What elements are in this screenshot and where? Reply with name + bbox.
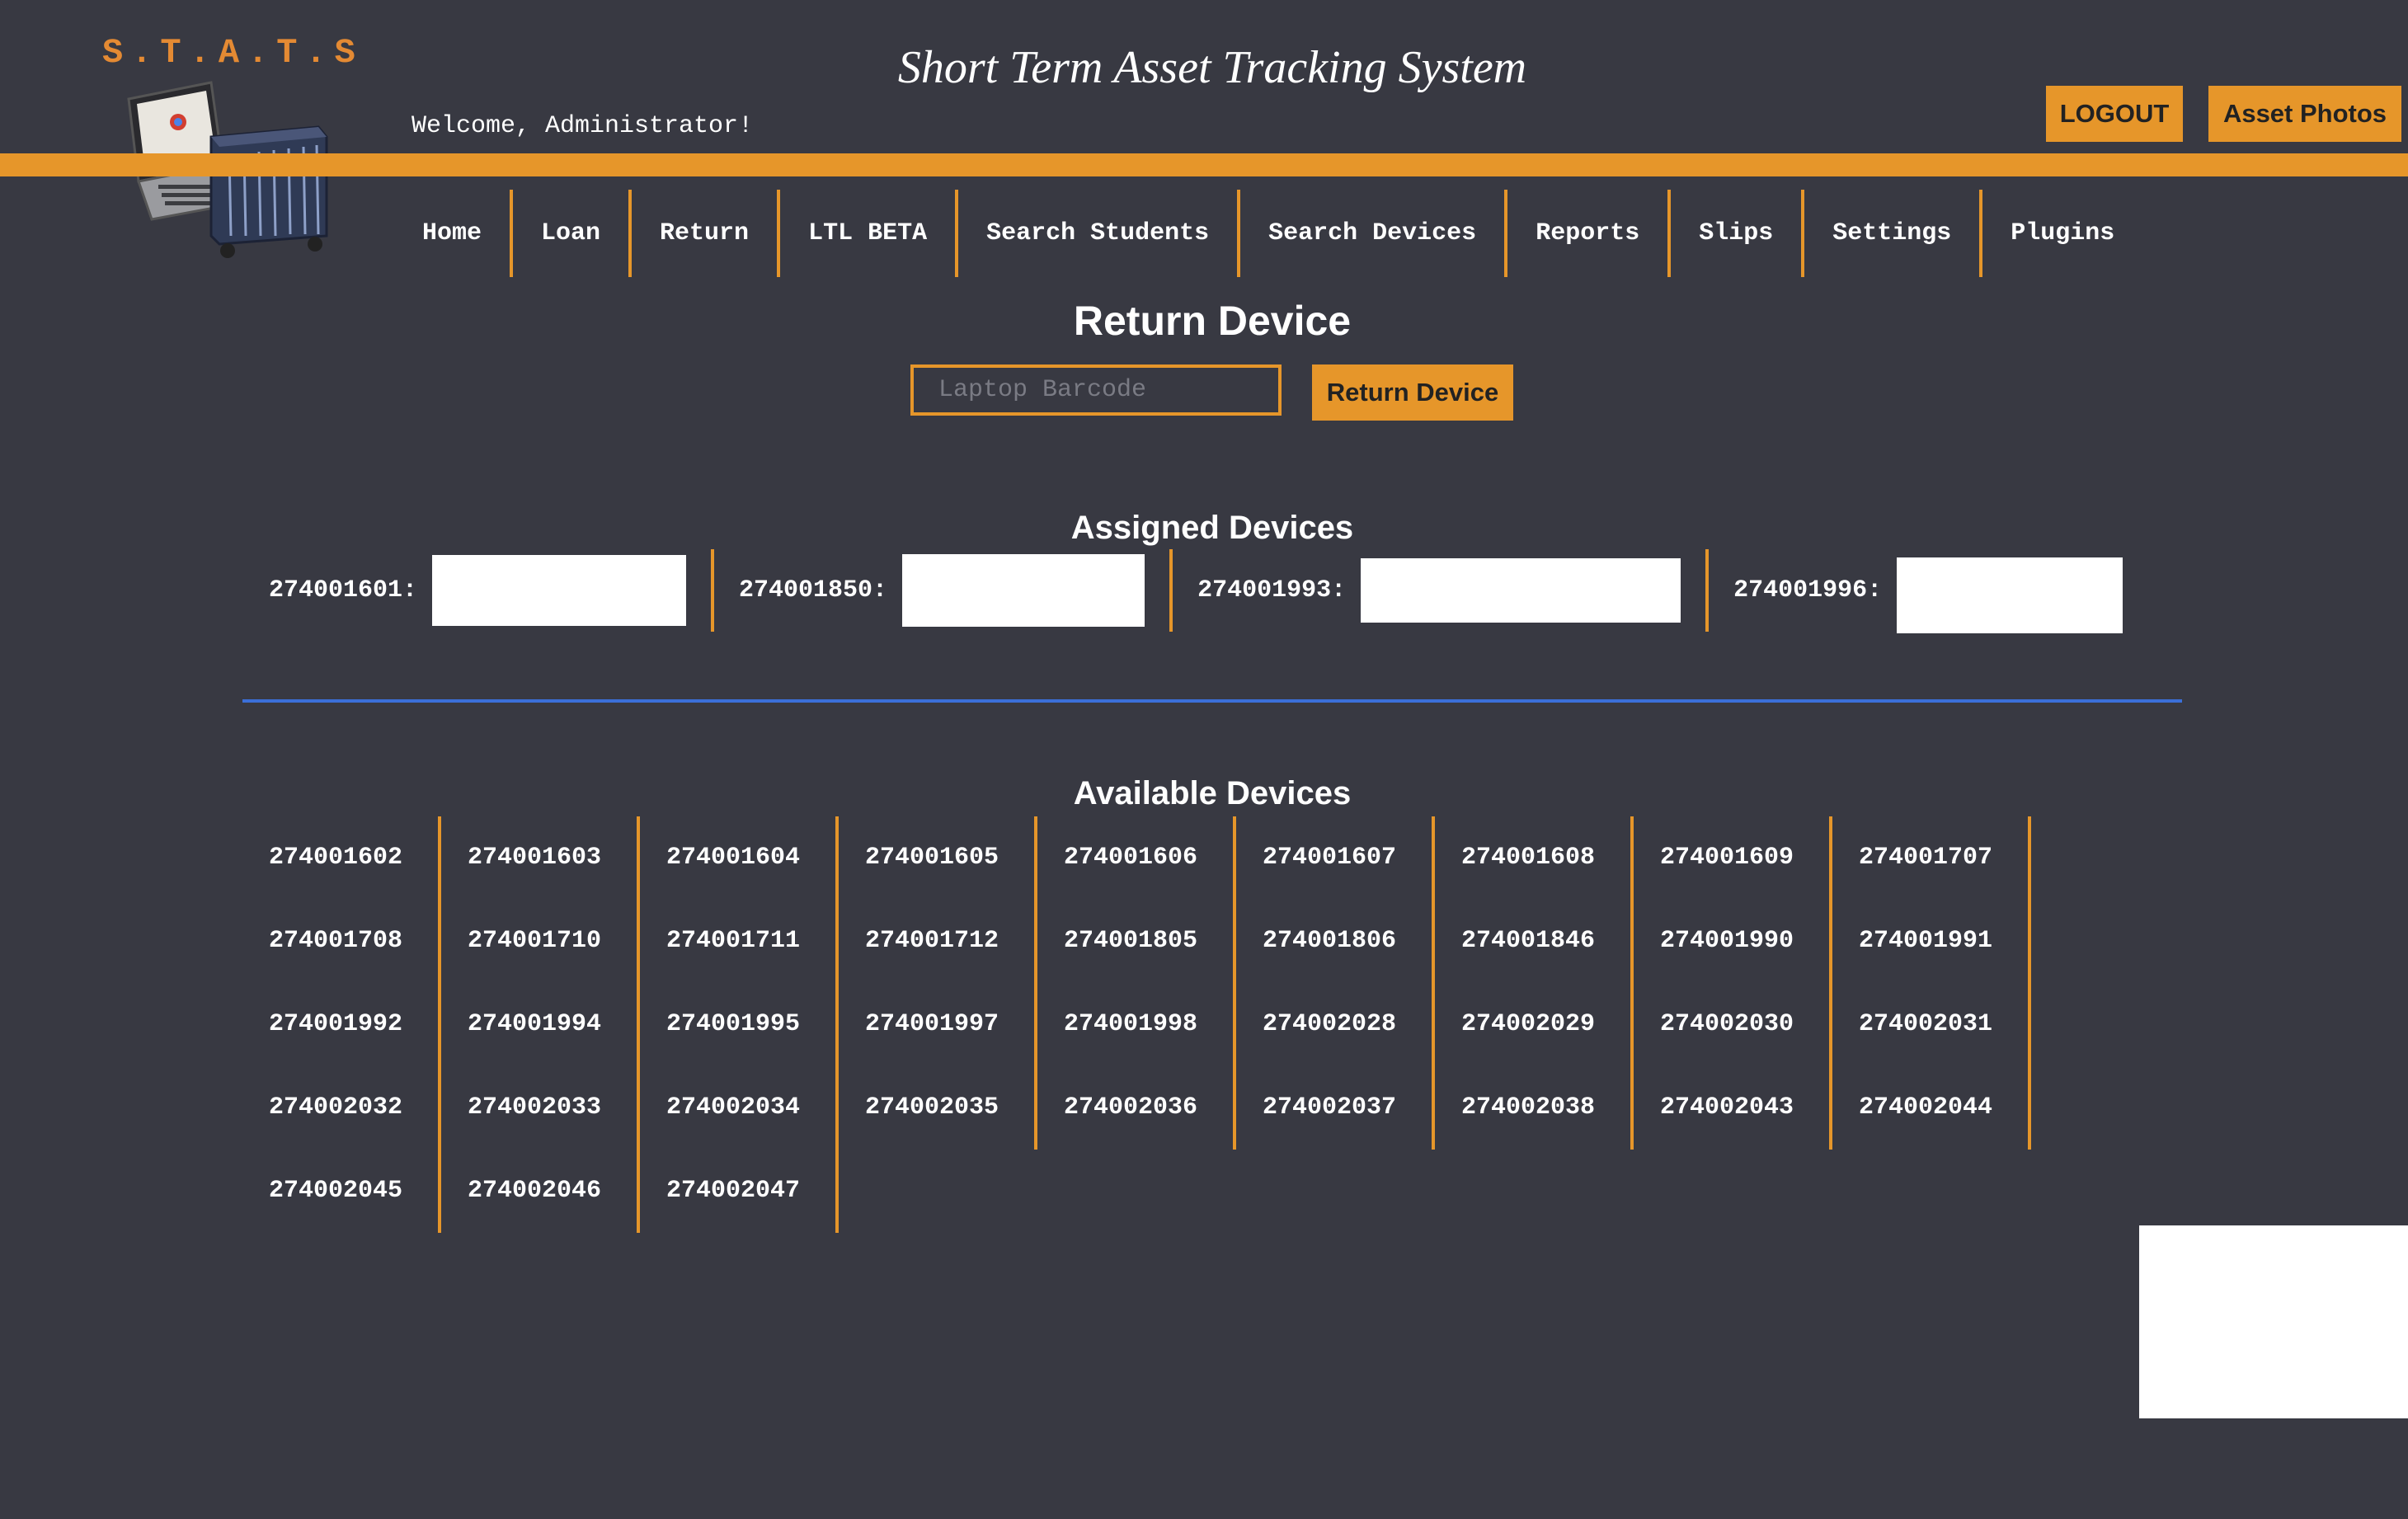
nav-item-search-devices[interactable]: Search Devices [1237,190,1504,277]
available-device-item[interactable]: 274001806 [1236,900,1435,983]
page-title: Return Device [1073,298,1352,344]
assigned-device-item: 274001850: [711,549,1169,632]
available-device-item[interactable]: 274002043 [1634,1066,1832,1150]
available-devices-grid: 274001602 274001603 274001604 274001605 2740… [242,816,2031,1233]
assigned-device-item: 274001601: [242,549,711,632]
main-nav: Home Loan Return LTL BETA Search Student… [394,190,2142,277]
available-device-item[interactable]: 274002033 [441,1066,640,1150]
available-device-item[interactable]: 274002047 [640,1150,839,1233]
available-device-item[interactable]: 274002037 [1236,1066,1435,1150]
welcome-message: Welcome, Administrator! [412,112,754,140]
available-device-item[interactable]: 274001607 [1236,816,1435,900]
available-device-item[interactable]: 274001712 [839,900,1037,983]
nav-item-loan[interactable]: Loan [510,190,628,277]
available-device-item[interactable]: 274002028 [1236,983,1435,1066]
header-accent-bar [0,153,2408,176]
available-device-item[interactable]: 274001991 [1832,900,2031,983]
assigned-device-item: 274001993: [1169,549,1705,632]
available-device-item[interactable]: 274002031 [1832,983,2031,1066]
assigned-devices-list: 274001601: 274001850: 274001993: 2740019… [242,549,2147,633]
assigned-device-id: 274001850: [739,576,888,604]
available-device-item[interactable]: 274002029 [1435,983,1634,1066]
logout-button[interactable]: LOGOUT [2046,86,2183,142]
available-device-item[interactable]: 274001846 [1435,900,1634,983]
available-device-item[interactable]: 274001995 [640,983,839,1066]
assigned-device-item: 274001996: [1705,549,2147,633]
available-device-item[interactable]: 274001602 [242,816,441,900]
return-device-button[interactable]: Return Device [1312,364,1513,421]
nav-item-home[interactable]: Home [394,190,510,277]
redacted-overlay [2139,1225,2408,1418]
available-device-item[interactable]: 274001707 [1832,816,2031,900]
available-device-item[interactable]: 274002032 [242,1066,441,1150]
nav-item-reports[interactable]: Reports [1504,190,1667,277]
asset-photos-button[interactable]: Asset Photos [2208,86,2401,142]
available-device-item[interactable]: 274001708 [242,900,441,983]
nav-item-slips[interactable]: Slips [1667,190,1801,277]
available-device-item[interactable]: 274001606 [1037,816,1236,900]
available-device-item[interactable]: 274001608 [1435,816,1634,900]
redacted-borrower [902,554,1145,627]
redacted-borrower [1361,558,1681,623]
available-device-item[interactable]: 274002036 [1037,1066,1236,1150]
available-device-item[interactable]: 274002044 [1832,1066,2031,1150]
section-divider [242,699,2182,703]
assigned-device-id: 274001601: [269,576,418,604]
available-device-item[interactable]: 274001603 [441,816,640,900]
available-device-item[interactable]: 274001990 [1634,900,1832,983]
available-device-item[interactable]: 274002045 [242,1150,441,1233]
assigned-device-id: 274001993: [1197,576,1347,604]
available-device-item[interactable]: 274002038 [1435,1066,1634,1150]
available-device-item[interactable]: 274002030 [1634,983,1832,1066]
available-device-item[interactable]: 274001994 [441,983,640,1066]
available-device-item[interactable]: 274001997 [839,983,1037,1066]
available-device-item[interactable]: 274002046 [441,1150,640,1233]
available-device-item[interactable]: 274002034 [640,1066,839,1150]
available-device-item[interactable]: 274001604 [640,816,839,900]
redacted-borrower [432,555,687,626]
laptop-barcode-input[interactable] [910,364,1282,416]
assigned-devices-heading: Assigned Devices [1070,510,1354,546]
available-device-item[interactable]: 274001992 [242,983,441,1066]
available-device-item[interactable]: 274001805 [1037,900,1236,983]
available-device-item[interactable]: 274001711 [640,900,839,983]
nav-item-return[interactable]: Return [628,190,777,277]
assigned-device-id: 274001996: [1733,576,1883,604]
nav-item-plugins[interactable]: Plugins [1979,190,2142,277]
available-device-item[interactable]: 274001605 [839,816,1037,900]
redacted-borrower [1897,557,2123,633]
nav-item-search-students[interactable]: Search Students [955,190,1237,277]
nav-item-ltl-beta[interactable]: LTL BETA [777,190,955,277]
available-device-item[interactable]: 274002035 [839,1066,1037,1150]
available-device-item[interactable]: 274001609 [1634,816,1832,900]
available-devices-heading: Available Devices [1073,775,1352,811]
available-device-item[interactable]: 274001710 [441,900,640,983]
nav-item-settings[interactable]: Settings [1801,190,1979,277]
available-device-item[interactable]: 274001998 [1037,983,1236,1066]
